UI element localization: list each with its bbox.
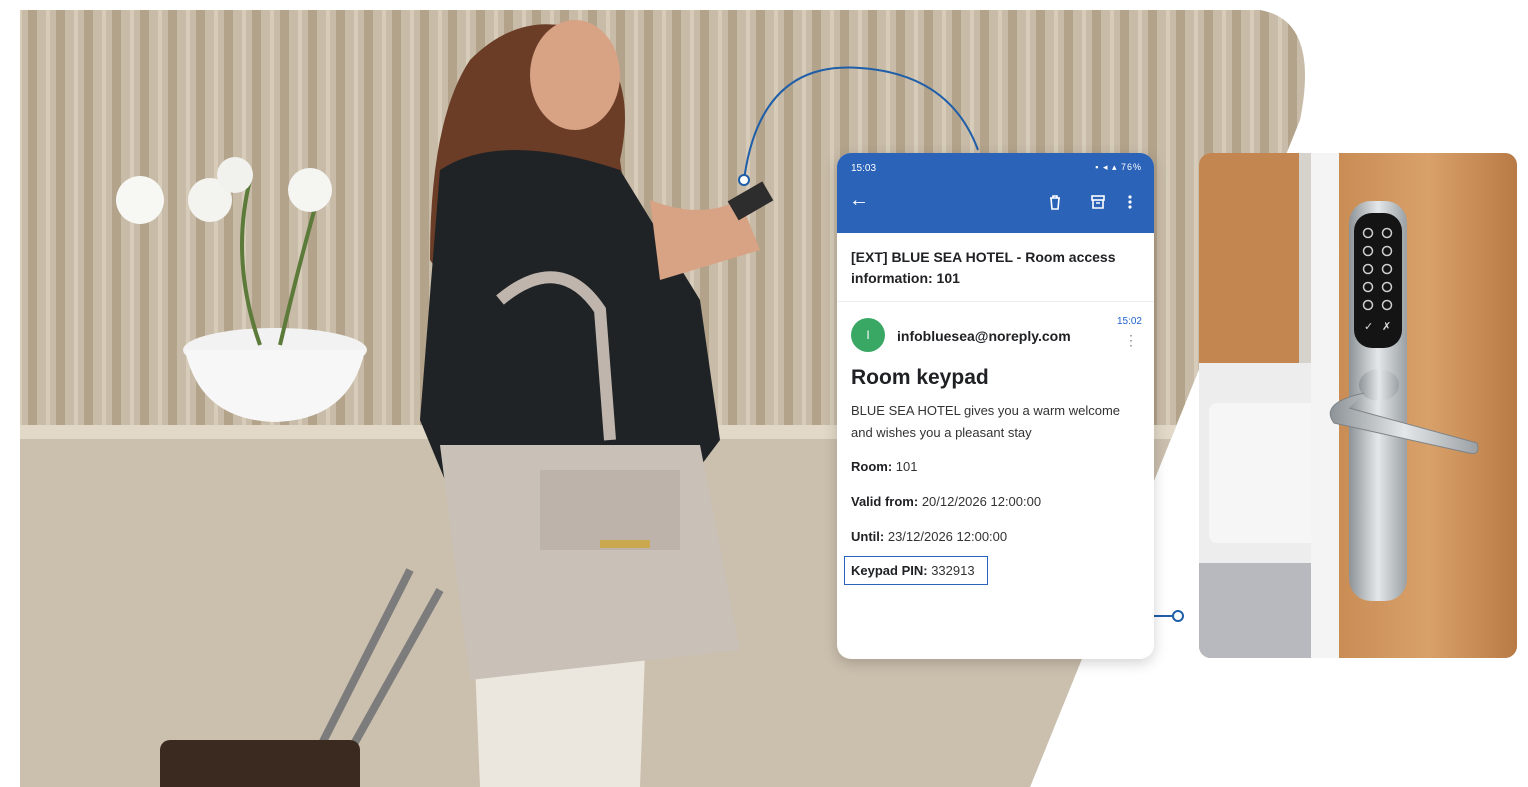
pin-value: 332913 (931, 563, 975, 578)
more-options-icon[interactable]: ⋮ (1124, 332, 1138, 349)
pin-highlight-box: Keypad PIN: 332913 (844, 556, 988, 585)
room-value: 101 (895, 459, 918, 474)
until-value: 23/12/2026 12:00:00 (887, 529, 1008, 544)
keypad-panel (1354, 213, 1402, 348)
connector-dot-start (738, 174, 750, 186)
status-time: 15:03 (851, 163, 877, 174)
room-label: Room: (851, 459, 893, 474)
app-toolbar: 15:03 ▪ ◂ ▴ 76% ← (837, 153, 1154, 233)
valid-from-field: Valid from: 20/12/2026 12:00:00 (837, 494, 1154, 509)
battery-level: 76% (1120, 162, 1142, 172)
archive-icon[interactable] (1089, 193, 1107, 211)
sender-address[interactable]: infobluesea@noreply.com (897, 328, 1071, 344)
sender-row: I infobluesea@noreply.com 15:02 ⋮ (837, 302, 1154, 362)
connector-dot-end (1172, 610, 1184, 622)
door-keypad-photo: ✓ ✗ (1199, 153, 1517, 658)
email-subject: [EXT] BLUE SEA HOTEL - Room access infor… (837, 233, 1154, 302)
cross-icon: ✗ (1382, 320, 1391, 333)
email-message: BLUE SEA HOTEL gives you a warm welcome … (851, 403, 1121, 440)
until-field: Until: 23/12/2026 12:00:00 (837, 529, 1154, 544)
pin-label: Keypad PIN: (851, 563, 928, 578)
email-heading: Room keypad (851, 366, 989, 389)
valid-from-value: 20/12/2026 12:00:00 (921, 494, 1042, 509)
avatar[interactable]: I (851, 318, 885, 352)
email-time: 15:02 (1116, 316, 1142, 327)
more-vertical-icon[interactable] (1126, 193, 1134, 211)
check-icon: ✓ (1364, 320, 1373, 333)
until-label: Until: (851, 529, 885, 544)
trash-icon[interactable] (1046, 193, 1064, 211)
email-phone-screen: 15:03 ▪ ◂ ▴ 76% ← [EXT] BLUE SEA HOTEL -… (837, 153, 1154, 659)
arrow-left-icon[interactable]: ← (849, 189, 869, 212)
room-field: Room: 101 (837, 459, 1154, 474)
status-icons: ▪ ◂ ▴ 76% (1095, 162, 1142, 172)
valid-from-label: Valid from: (851, 494, 919, 509)
keypad-pin-field: Keypad PIN: 332913 (837, 556, 1154, 585)
